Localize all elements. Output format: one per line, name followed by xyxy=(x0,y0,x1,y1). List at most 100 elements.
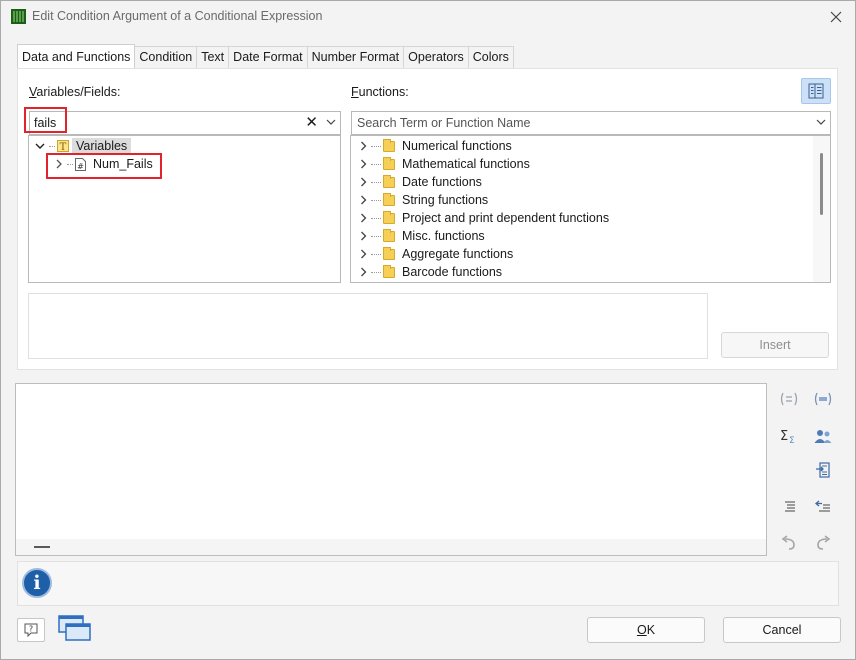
tree-connector xyxy=(49,145,55,147)
tab-strip: Data and Functions Condition Text Date F… xyxy=(17,44,514,68)
wrap-expression-button[interactable] xyxy=(778,388,800,410)
help-icon: ? xyxy=(24,623,38,638)
variables-search-combo[interactable]: fails ✕ xyxy=(29,111,341,135)
function-category[interactable]: Date functions xyxy=(357,173,482,191)
tab-text[interactable]: Text xyxy=(196,46,230,68)
chevron-down-icon[interactable] xyxy=(816,119,826,126)
tab-data-and-functions[interactable]: Data and Functions xyxy=(17,44,136,68)
close-icon xyxy=(830,11,842,23)
windows-icon[interactable] xyxy=(56,613,92,643)
function-category-label: Date functions xyxy=(402,175,482,189)
sigma-icon: Σ Σ xyxy=(780,429,795,445)
indent-icon xyxy=(814,500,830,512)
function-category[interactable]: Project and print dependent functions xyxy=(357,209,609,227)
cancel-button[interactable]: Cancel xyxy=(723,617,841,643)
function-category[interactable]: Numerical functions xyxy=(357,137,512,155)
undo-button[interactable] xyxy=(778,532,800,554)
tree-connector xyxy=(371,253,381,255)
field-reference-button[interactable] xyxy=(812,388,834,410)
tab-operators[interactable]: Operators xyxy=(403,46,469,68)
variables-label: Variables/Fields: xyxy=(29,85,121,99)
function-category[interactable]: Aggregate functions xyxy=(357,245,513,263)
svg-text:Σ: Σ xyxy=(780,429,788,444)
insert-field-button[interactable] xyxy=(812,459,834,481)
title-bar: Edit Condition Argument of a Conditional… xyxy=(1,1,855,33)
folder-icon xyxy=(383,228,395,242)
folder-icon xyxy=(383,246,395,260)
format-lines-icon xyxy=(785,501,795,512)
redo-button[interactable] xyxy=(812,532,834,554)
functions-search-combo[interactable] xyxy=(351,111,831,135)
chevron-down-icon[interactable] xyxy=(326,119,336,126)
tree-node-num-fails[interactable]: # Num_Fails xyxy=(55,155,153,173)
folder-icon xyxy=(383,192,395,206)
functions-label: Functions: xyxy=(351,85,409,99)
function-category-label: String functions xyxy=(402,193,489,207)
function-category[interactable]: Misc. functions xyxy=(357,227,485,245)
insert-button[interactable]: Insert xyxy=(721,332,829,358)
svg-text:T: T xyxy=(60,142,67,152)
window-title: Edit Condition Argument of a Conditional… xyxy=(32,9,323,23)
tree-connector xyxy=(371,235,381,237)
svg-text:?: ? xyxy=(29,625,33,634)
folder-icon xyxy=(383,138,395,152)
function-category[interactable]: Mathematical functions xyxy=(357,155,530,173)
chevron-down-icon[interactable] xyxy=(35,142,45,150)
tree-connector xyxy=(371,217,381,219)
editor-status-strip xyxy=(16,539,766,555)
function-category-label: Numerical functions xyxy=(402,139,512,153)
folder-icon xyxy=(383,210,395,224)
function-category[interactable]: String functions xyxy=(357,191,488,209)
chevron-right-icon[interactable] xyxy=(360,249,367,259)
ok-button[interactable]: OK xyxy=(587,617,705,643)
chevron-right-icon[interactable] xyxy=(360,213,367,223)
close-button[interactable] xyxy=(823,5,849,29)
chevron-right-icon[interactable] xyxy=(360,141,367,151)
indent-button[interactable] xyxy=(812,496,834,518)
chevron-right-icon[interactable] xyxy=(360,159,367,169)
format-lines-button[interactable] xyxy=(778,496,800,518)
folder-icon xyxy=(383,174,395,188)
tree-connector xyxy=(371,163,381,165)
info-panel: i xyxy=(17,561,839,606)
folder-icon xyxy=(383,264,395,278)
function-category-label: Misc. functions xyxy=(402,229,485,243)
clear-search-icon[interactable]: ✕ xyxy=(305,115,318,131)
function-category-label: Project and print dependent functions xyxy=(402,211,610,225)
chevron-right-icon[interactable] xyxy=(360,177,367,187)
chevron-right-icon[interactable] xyxy=(360,195,367,205)
help-button[interactable]: ? xyxy=(17,618,45,642)
tree-connector xyxy=(371,271,381,273)
description-box xyxy=(28,293,708,359)
function-category-label: Barcode functions xyxy=(402,265,503,279)
tab-condition[interactable]: Condition xyxy=(134,46,198,68)
editor-status-indicator xyxy=(34,546,50,548)
tree-connector xyxy=(67,163,73,165)
chevron-right-icon[interactable] xyxy=(55,159,63,169)
aggregate-button[interactable]: Σ Σ xyxy=(778,425,800,447)
tree-connector xyxy=(371,181,381,183)
function-category[interactable]: Barcode functions xyxy=(357,263,502,281)
variables-tree[interactable]: T Variables # Num_Fails xyxy=(28,135,341,283)
tree-node-variables[interactable]: T Variables xyxy=(35,137,132,155)
layout-toggle-button[interactable] xyxy=(801,78,831,104)
tab-colors[interactable]: Colors xyxy=(467,46,514,68)
scrollbar-thumb[interactable] xyxy=(820,153,823,215)
functions-tree[interactable]: Numerical functions Mathematical functio… xyxy=(350,135,831,283)
chevron-right-icon[interactable] xyxy=(360,231,367,241)
app-grid-icon xyxy=(11,9,26,24)
tab-date-format[interactable]: Date Format xyxy=(228,46,308,68)
function-search-input[interactable] xyxy=(352,112,808,134)
function-category-label: Mathematical functions xyxy=(402,157,530,171)
tab-number-format[interactable]: Number Format xyxy=(306,46,405,68)
svg-text:Σ: Σ xyxy=(789,436,795,445)
chevron-right-icon[interactable] xyxy=(360,267,367,277)
functions-scrollbar[interactable] xyxy=(813,136,830,282)
dialog-window: Edit Condition Argument of a Conditional… xyxy=(0,0,856,660)
users-button[interactable] xyxy=(812,425,834,447)
layout-toggle-icon xyxy=(808,83,824,99)
expression-editor[interactable] xyxy=(15,383,767,556)
variables-search-value[interactable]: fails xyxy=(34,116,56,130)
tree-root-label: Variables xyxy=(72,138,132,154)
wrap-expression-icon xyxy=(780,392,798,406)
